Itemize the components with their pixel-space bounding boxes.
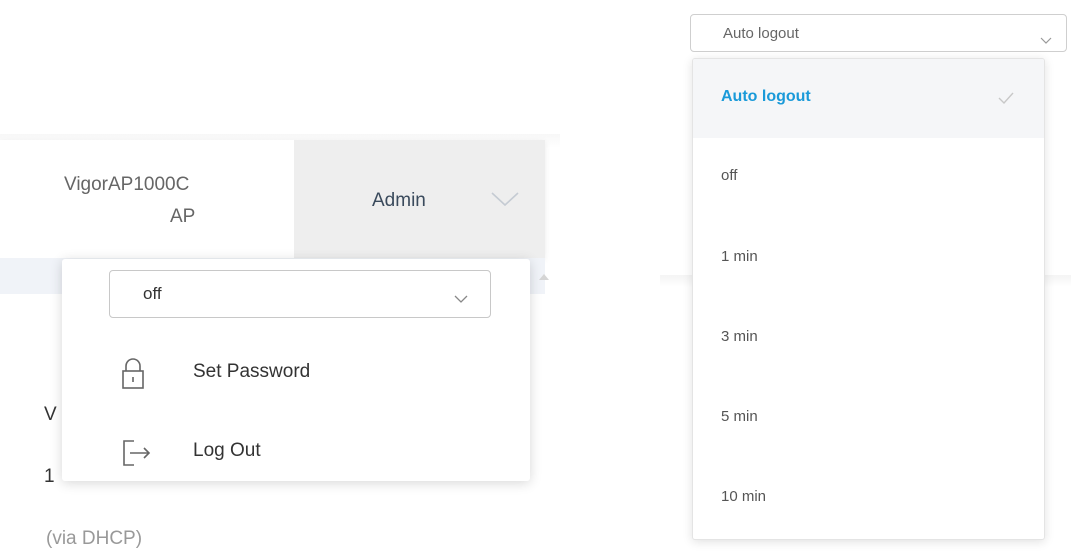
option-label: 1 min <box>721 248 758 265</box>
device-name-block: VigorAP1000C AP <box>0 140 294 258</box>
log-out-item[interactable]: Log Out <box>62 424 530 480</box>
lock-icon <box>120 357 146 396</box>
background-text-line: V <box>44 404 57 425</box>
auto-logout-select-value: off <box>143 284 162 303</box>
option-3-min[interactable]: 3 min <box>693 299 1044 378</box>
admin-dropdown-menu: off Set Password Log Out <box>62 259 530 481</box>
auto-logout-dropdown-select[interactable]: Auto logout <box>690 14 1067 52</box>
device-model-label: VigorAP1000C <box>64 174 190 195</box>
option-label: 3 min <box>721 328 758 345</box>
background-text-line: 1 <box>44 466 55 487</box>
option-5-min[interactable]: 5 min <box>693 379 1044 458</box>
scroll-up-arrow-icon[interactable] <box>538 268 550 286</box>
option-label: 5 min <box>721 408 758 425</box>
log-out-label: Log Out <box>193 440 261 461</box>
logout-icon <box>120 436 154 475</box>
admin-menu-toggle[interactable]: Admin <box>294 140 545 258</box>
option-1-min[interactable]: 1 min <box>693 219 1044 298</box>
option-label: 10 min <box>721 488 767 505</box>
auto-logout-dropdown-value: Auto logout <box>723 25 799 42</box>
check-icon <box>998 91 1014 109</box>
option-label: Auto logout <box>721 88 811 105</box>
set-password-item[interactable]: Set Password <box>62 345 530 401</box>
auto-logout-options-list: Auto logout off 1 min 3 min 5 min 10 min <box>692 58 1045 540</box>
chevron-down-icon <box>1040 31 1052 49</box>
option-auto-logout[interactable]: Auto logout <box>693 59 1044 138</box>
auto-logout-select[interactable]: off <box>109 270 491 318</box>
admin-label: Admin <box>372 190 426 211</box>
top-header-bar: VigorAP1000C AP Admin <box>0 140 545 258</box>
chevron-down-icon <box>454 290 468 308</box>
device-type-label: AP <box>170 206 196 227</box>
chevron-down-icon <box>490 190 520 213</box>
background-text-line: (via DHCP) <box>46 528 143 549</box>
set-password-label: Set Password <box>193 361 311 382</box>
option-10-min[interactable]: 10 min <box>693 459 1044 538</box>
option-label: off <box>721 167 738 184</box>
option-off[interactable]: off <box>693 138 1044 217</box>
